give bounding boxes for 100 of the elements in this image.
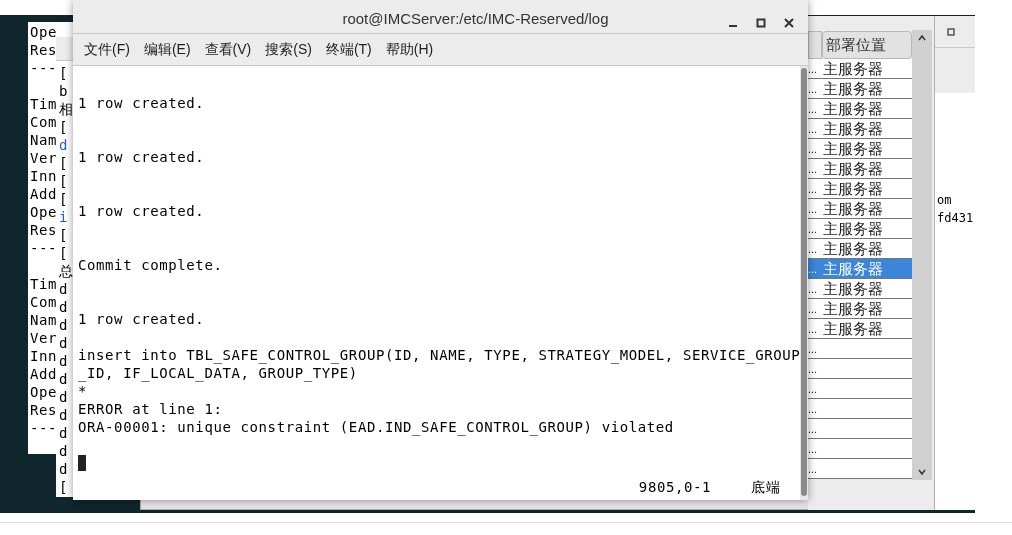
scrollbar[interactable] [800,66,808,500]
terminal-line: Inn [30,347,58,365]
scrollbar[interactable] [912,30,932,480]
table-row[interactable]: ... [808,339,912,359]
table-cell: 主服务器 [822,99,883,118]
table-cell-text: ... [808,402,819,417]
table-row[interactable]: ... 主服务器 [808,259,912,279]
maximize-icon[interactable] [947,27,955,36]
terminal-line: d [59,352,69,370]
terminal-line: --- [30,419,58,437]
table-cell: 主服务器 [822,159,883,178]
column-header[interactable]: 部署位置 [822,31,912,59]
table-cell-text: ... [808,422,819,437]
terminal-line: d [59,298,69,316]
table-cell: 主服务器 [822,59,883,78]
table-row[interactable]: ... 主服务器 [808,299,912,319]
table-row[interactable]: ... [808,419,912,439]
table-row[interactable]: ... [808,459,912,479]
terminal-line: d [59,316,69,334]
menu-item[interactable]: 文件(F) [84,39,130,60]
scroll-up-icon[interactable] [917,34,927,42]
window-title: root@IMCServer:/etc/IMC-Reserved/log [342,10,609,28]
terminal-line: _ID, IF_LOCAL_DATA, GROUP_TYPE) [78,364,358,382]
menu-item[interactable]: 查看(V) [204,39,252,60]
terminal-line: Res [30,41,58,59]
table-row[interactable]: ... 主服务器 [808,179,912,199]
table-row[interactable]: ... 主服务器 [808,159,912,179]
menu-item[interactable]: 终端(T) [325,39,372,60]
terminal-line: d [59,334,69,352]
menu-item[interactable]: 帮助(H) [385,39,434,60]
terminal-line: Tim [30,95,58,113]
terminal-line: Inn [30,167,58,185]
table-row[interactable]: ... [808,379,912,399]
table-cell: 主服务器 [822,299,883,318]
terminal-line: 相 [59,100,74,118]
table-cell: 主服务器 [822,319,883,338]
table-cell-text: ... [808,362,819,377]
terminal-line: Ope [30,203,58,221]
table-row[interactable]: ... 主服务器 [808,79,912,99]
terminal-line: [ [59,226,69,244]
terminal-line: d [59,370,69,388]
table-cell: 主服务器 [822,139,883,158]
table-cell: 主服务器 [822,79,883,98]
terminal-line: d [59,388,69,406]
table-cell-text: ... [808,122,819,137]
table-cell-text: ... [808,442,819,457]
table-row[interactable]: ... 主服务器 [808,99,912,119]
terminal-line: [ [59,118,69,136]
table-row[interactable]: ... [808,359,912,379]
terminal-line: d [59,424,69,442]
menu-item[interactable]: 搜索(S) [265,39,312,60]
terminal-line: b [59,82,69,100]
terminal-line: [ [59,172,69,190]
table-row[interactable]: ... 主服务器 [808,119,912,139]
terminal-line: --- [30,59,58,77]
table-row[interactable]: ... [808,439,912,459]
terminal-line: d [59,460,69,478]
table-row[interactable]: ... 主服务器 [808,279,912,299]
terminal-line: Ope [30,23,58,41]
table-cell-text: ... [808,222,819,237]
table-row[interactable]: ... 主服务器 [808,59,912,79]
table-cell: 主服务器 [822,199,883,218]
terminal-line: fd431 [937,210,974,227]
terminal-line: Ope [30,383,58,401]
table-cell-text: ... [808,82,819,97]
terminal-line: d [59,442,69,460]
menu-item[interactable]: 编辑(E) [143,39,191,60]
table-cell-text: ... [808,322,819,337]
terminal-line: Commit complete. [78,256,223,274]
terminal-line: Ver [30,149,58,167]
table-cell: 主服务器 [822,219,883,238]
table-row[interactable]: ... 主服务器 [808,239,912,259]
terminal-line: Res [30,221,58,239]
table-cell: 主服务器 [822,179,883,198]
terminal-line: 1 row created. [78,202,205,220]
terminal-line: Ver [30,329,58,347]
table-row[interactable]: ... 主服务器 [808,199,912,219]
terminal-line: [ [59,244,69,262]
table-cell-text: ... [808,182,819,197]
cursor-position: 9805,0-1 [638,478,712,496]
maximize-icon[interactable] [756,18,766,28]
scroll-down-icon[interactable] [917,468,927,476]
terminal-line: [ [59,190,69,208]
terminal-line: i [59,208,69,226]
table-cell-text: ... [808,302,819,317]
terminal-line: [ [59,478,69,496]
table-row[interactable]: ... 主服务器 [808,139,912,159]
table-row[interactable]: ... 主服务器 [808,319,912,339]
table-row[interactable]: ... [808,399,912,419]
terminal-line: 1 row created. [78,94,205,112]
terminal-line: d [59,406,69,424]
terminal-line: 总 [59,262,74,280]
table-row[interactable]: ... 主服务器 [808,219,912,239]
table-cell: 主服务器 [822,119,883,138]
table-cell: 主服务器 [822,239,883,258]
table-cell-text: ... [808,62,819,77]
terminal-line: insert into TBL_SAFE_CONTROL_GROUP(ID, NAME, TYPE, STRATEGY_MODEL, SERVICE_GROUP [78,346,801,364]
close-icon[interactable] [784,18,794,28]
terminal-line: Nam [30,131,58,149]
terminal-line: Tim [30,275,58,293]
